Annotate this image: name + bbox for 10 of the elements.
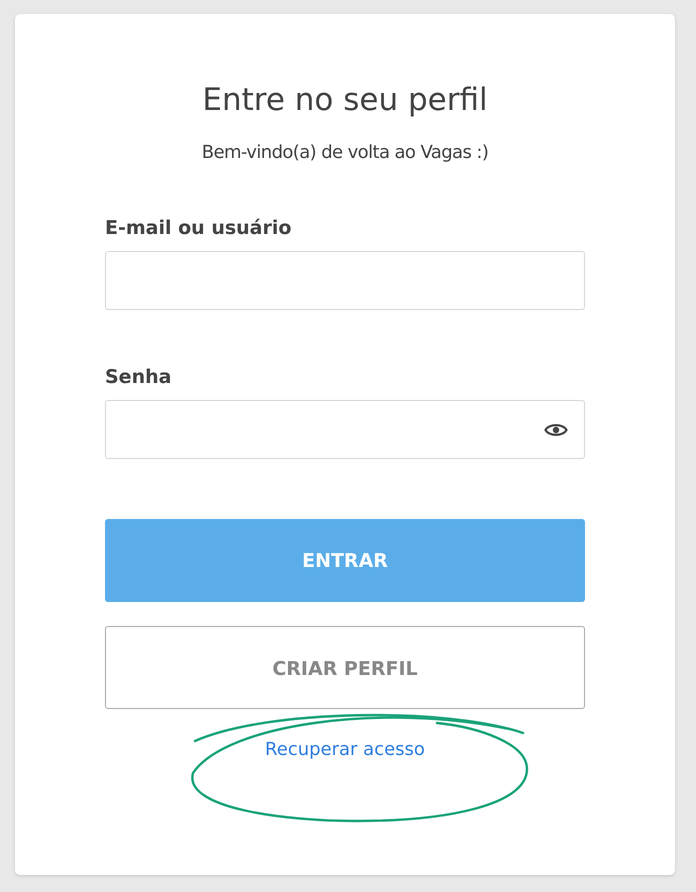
password-field[interactable] <box>105 400 585 459</box>
field-label: Senha <box>105 366 172 388</box>
eye-icon[interactable] <box>544 422 568 438</box>
welcome-text: Bem-vindo(a) de volta ao Vagas :) <box>200 142 490 163</box>
create-profile-button[interactable]: CRIAR PERFIL <box>105 626 585 709</box>
recover-access-link[interactable]: Recuperar acesso <box>265 739 425 760</box>
page-title: Entre no seu perfil <box>201 81 489 120</box>
email-field[interactable] <box>105 251 585 310</box>
login-button[interactable]: ENTRAR <box>105 519 585 602</box>
field-label: E-mail ou usuário <box>105 217 292 239</box>
